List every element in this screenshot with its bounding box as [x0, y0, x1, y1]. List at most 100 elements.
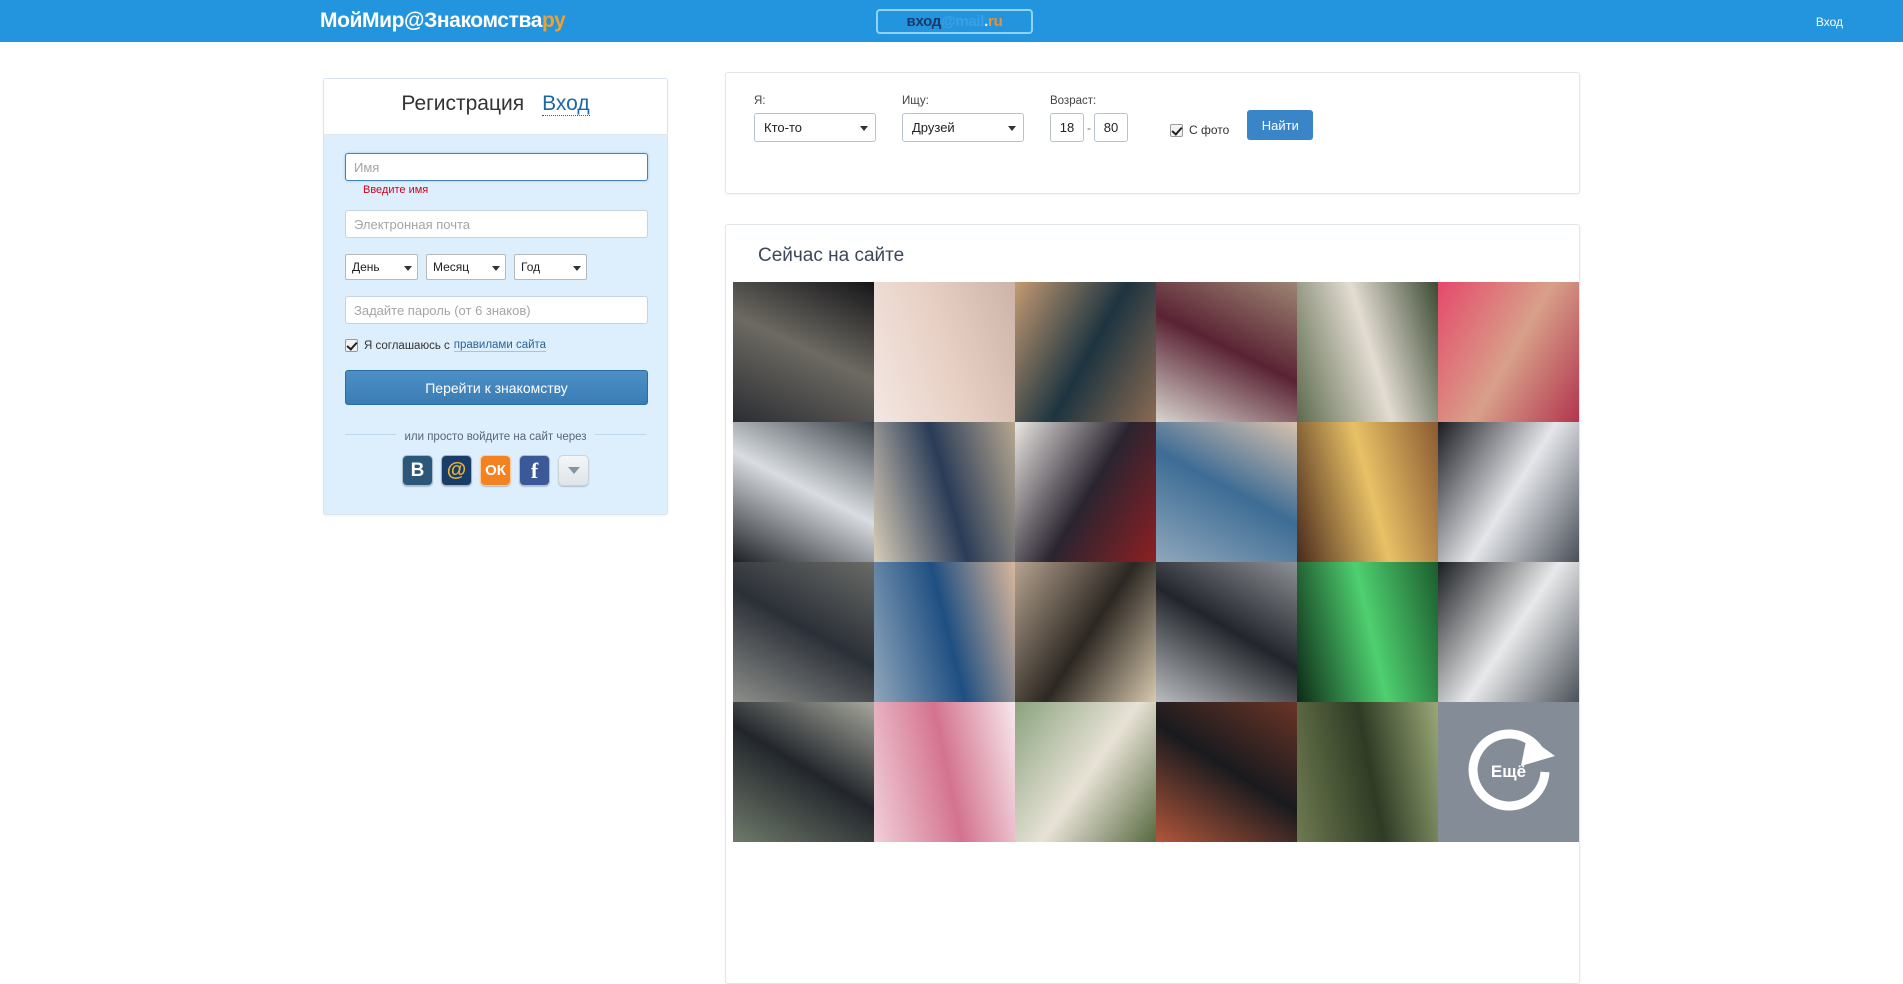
- online-users-grid: Ещё: [733, 282, 1579, 842]
- user-photo-tile[interactable]: [1156, 562, 1297, 702]
- tab-login[interactable]: Вход: [542, 92, 590, 116]
- user-photo-tile[interactable]: [1015, 282, 1156, 422]
- vkontakte-icon[interactable]: В: [402, 455, 433, 486]
- user-photo-image: [733, 702, 874, 842]
- terms-label: Я соглашаюсь с: [364, 339, 450, 352]
- user-photo-image: [1015, 282, 1156, 422]
- ok-glyph: ОК: [485, 462, 506, 479]
- odnoklassniki-icon[interactable]: ОК: [480, 455, 511, 486]
- user-photo-tile[interactable]: [733, 422, 874, 562]
- i-am-label: Я:: [754, 95, 766, 107]
- age-to-input[interactable]: [1094, 113, 1128, 142]
- age-from-input[interactable]: [1050, 113, 1084, 142]
- search-group-i-am: Я: Кто-то: [754, 95, 876, 142]
- terms-agreement-row: Я соглашаюсь с правилами сайта: [345, 339, 646, 352]
- search-group-age: Возраст: -: [1050, 95, 1128, 142]
- name-input[interactable]: [345, 153, 648, 181]
- online-now-title: Сейчас на сайте: [758, 245, 905, 266]
- user-photo-tile[interactable]: [874, 422, 1015, 562]
- user-photo-tile[interactable]: [733, 702, 874, 842]
- user-photo-tile[interactable]: [1156, 282, 1297, 422]
- user-photo-tile[interactable]: [733, 562, 874, 702]
- submit-registration-button[interactable]: Перейти к знакомству: [345, 370, 648, 405]
- badge-vhod-text: вход: [906, 13, 942, 30]
- user-photo-image: [1015, 702, 1156, 842]
- tab-registration[interactable]: Регистрация: [401, 92, 524, 115]
- user-photo-image: [1156, 702, 1297, 842]
- more-social-providers-button[interactable]: [558, 455, 589, 486]
- user-photo-image: [874, 702, 1015, 842]
- user-photo-image: [1015, 562, 1156, 702]
- user-photo-tile[interactable]: [1015, 702, 1156, 842]
- user-photo-tile[interactable]: [1015, 422, 1156, 562]
- photo-only-label: С фото: [1189, 123, 1230, 137]
- chevron-down-icon: [573, 266, 581, 271]
- mail-glyph: @: [446, 459, 467, 481]
- facebook-icon[interactable]: f: [519, 455, 550, 486]
- find-button[interactable]: Найти: [1247, 110, 1314, 140]
- site-rules-link[interactable]: правилами сайта: [453, 339, 547, 352]
- seeking-select[interactable]: Друзей: [902, 113, 1024, 142]
- user-photo-image: [1156, 562, 1297, 702]
- i-am-select-value: Кто-то: [764, 120, 802, 135]
- social-divider: или просто войдите на сайт через: [345, 427, 646, 443]
- birthdate-selectors: День Месяц Год: [345, 254, 646, 280]
- registration-form: Введите имя День Месяц Год Я соглашаюсь …: [324, 135, 667, 514]
- user-photo-tile[interactable]: [1297, 562, 1438, 702]
- terms-checkbox[interactable]: [345, 339, 358, 352]
- user-photo-image: [1297, 422, 1438, 562]
- mailru-login-badge[interactable]: вход@mail.ru: [876, 9, 1033, 34]
- site-header: МойМир@Знакомствару вход@mail.ru Вход: [0, 0, 1903, 42]
- user-photo-image: [1297, 562, 1438, 702]
- search-group-seeking: Ищу: Друзей: [902, 95, 1024, 142]
- user-photo-tile[interactable]: [733, 282, 874, 422]
- i-am-select[interactable]: Кто-то: [754, 113, 876, 142]
- year-select-value: Год: [521, 260, 541, 274]
- logo-text-main: МойМир@Знакомства: [320, 9, 542, 32]
- month-select[interactable]: Месяц: [426, 254, 506, 280]
- user-photo-image: [1297, 282, 1438, 422]
- user-photo-tile[interactable]: [1438, 282, 1579, 422]
- year-select[interactable]: Год: [514, 254, 587, 280]
- user-photo-tile[interactable]: [1156, 422, 1297, 562]
- registration-tabs: Регистрация Вход: [324, 79, 667, 135]
- user-photo-tile[interactable]: [1297, 282, 1438, 422]
- user-photo-image: [733, 422, 874, 562]
- vk-glyph: В: [410, 459, 425, 481]
- user-photo-image: [874, 422, 1015, 562]
- user-photo-image: [1438, 562, 1579, 702]
- user-photo-image: [1297, 702, 1438, 842]
- seeking-select-value: Друзей: [912, 120, 955, 135]
- user-photo-tile[interactable]: [1297, 422, 1438, 562]
- fb-glyph: f: [530, 457, 539, 483]
- user-photo-image: [1438, 282, 1579, 422]
- user-photo-tile[interactable]: [874, 702, 1015, 842]
- user-photo-image: [733, 282, 874, 422]
- seeking-label: Ищу:: [902, 95, 929, 107]
- social-login-row: В @ ОК f: [345, 455, 646, 486]
- online-now-panel: Сейчас на сайте Ещё: [725, 224, 1580, 984]
- header-login-link[interactable]: Вход: [1816, 15, 1843, 29]
- user-photo-tile[interactable]: [874, 562, 1015, 702]
- site-logo[interactable]: МойМир@Знакомствару: [320, 8, 566, 34]
- user-photo-image: [874, 282, 1015, 422]
- chevron-down-icon: [567, 467, 580, 474]
- load-more-tile[interactable]: Ещё: [1438, 702, 1579, 842]
- user-photo-image: [1156, 282, 1297, 422]
- user-photo-tile[interactable]: [1438, 562, 1579, 702]
- day-select[interactable]: День: [345, 254, 418, 280]
- user-photo-image: [874, 562, 1015, 702]
- password-input[interactable]: [345, 296, 648, 324]
- user-photo-tile[interactable]: [1297, 702, 1438, 842]
- user-photo-tile[interactable]: [1156, 702, 1297, 842]
- user-photo-tile[interactable]: [1015, 562, 1156, 702]
- badge-mail-text: mail: [955, 13, 985, 30]
- email-input[interactable]: [345, 210, 648, 238]
- user-photo-tile[interactable]: [874, 282, 1015, 422]
- user-photo-tile[interactable]: [1438, 422, 1579, 562]
- chevron-down-icon: [492, 266, 500, 271]
- badge-ru-text: ru: [988, 13, 1003, 30]
- photo-only-checkbox[interactable]: [1170, 123, 1183, 137]
- mailru-icon[interactable]: @: [441, 455, 472, 486]
- month-select-value: Месяц: [433, 260, 470, 274]
